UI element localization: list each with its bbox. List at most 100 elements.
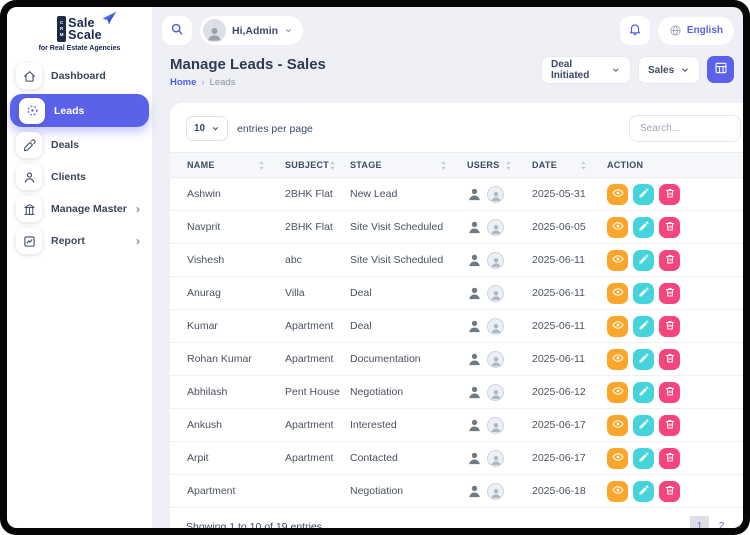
view-button[interactable] — [607, 415, 628, 436]
type-filter-dropdown[interactable]: Sales — [638, 56, 700, 84]
table-view-button[interactable] — [707, 56, 734, 83]
view-button[interactable] — [607, 448, 628, 469]
lead-date: 2025-06-12 — [532, 376, 607, 409]
sidebar-item-label: Manage Master — [51, 203, 127, 215]
trash-icon — [664, 187, 676, 202]
column-header-subject[interactable]: SUBJECT — [285, 153, 350, 178]
trash-icon — [664, 253, 676, 268]
sidebar-item-deals[interactable]: Deals — [7, 129, 152, 161]
table-row: Ashwin 2BHK Flat New Lead 2025-05-31 — [170, 178, 743, 211]
eye-icon — [612, 286, 624, 301]
delete-button[interactable] — [659, 184, 680, 205]
sidebar-item-dashboard[interactable]: Dashboard — [7, 60, 152, 92]
lead-users — [467, 219, 532, 236]
view-button[interactable] — [607, 217, 628, 238]
edit-button[interactable] — [633, 283, 654, 304]
app-logo: CRM Sale Scale for Real Estate Agencies — [7, 7, 152, 52]
lead-stage: Contacted — [350, 442, 467, 475]
page-button-1[interactable]: 1 — [690, 516, 709, 528]
column-header-name[interactable]: NAME — [170, 153, 285, 178]
column-header-action[interactable]: ACTION — [607, 153, 743, 178]
trash-icon — [664, 286, 676, 301]
table-row: Navprit 2BHK Flat Site Visit Scheduled 2… — [170, 211, 743, 244]
edit-button[interactable] — [633, 415, 654, 436]
trash-icon — [664, 385, 676, 400]
manage-master-building-icon — [16, 196, 42, 222]
avatar-placeholder-icon — [487, 186, 504, 203]
trash-icon — [664, 220, 676, 235]
paper-plane-icon — [102, 11, 117, 26]
delete-button[interactable] — [659, 382, 680, 403]
trash-icon — [664, 352, 676, 367]
trash-icon — [664, 319, 676, 334]
view-button[interactable] — [607, 382, 628, 403]
type-filter-value: Sales — [648, 65, 674, 76]
view-button[interactable] — [607, 283, 628, 304]
sidebar-item-leads[interactable]: Leads — [10, 94, 149, 127]
pencil-icon — [638, 220, 650, 235]
notifications-button[interactable] — [620, 16, 650, 45]
breadcrumb-home-link[interactable]: Home — [170, 77, 196, 88]
edit-button[interactable] — [633, 481, 654, 502]
table-header-row: NAME SUBJECT STAGE USERS DATE ACTION — [170, 153, 743, 178]
delete-button[interactable] — [659, 448, 680, 469]
column-header-stage[interactable]: STAGE — [350, 153, 467, 178]
assigned-user-icon — [467, 220, 482, 235]
delete-button[interactable] — [659, 217, 680, 238]
page-size-select[interactable]: 10 — [186, 116, 228, 141]
language-selector[interactable]: English — [658, 17, 734, 45]
home-icon — [16, 63, 42, 89]
column-header-users[interactable]: USERS — [467, 153, 532, 178]
eye-icon — [612, 220, 624, 235]
profile-menu[interactable]: Hi,Admin — [200, 16, 303, 45]
delete-button[interactable] — [659, 316, 680, 337]
table-body: Ashwin 2BHK Flat New Lead 2025-05-31 Nav… — [170, 178, 743, 508]
delete-button[interactable] — [659, 283, 680, 304]
column-header-date[interactable]: DATE — [532, 153, 607, 178]
page-button-2[interactable]: 2 — [712, 516, 731, 528]
sidebar-item-label: Deals — [51, 139, 143, 151]
pencil-icon — [638, 451, 650, 466]
table-search-input[interactable] — [629, 115, 741, 142]
chevron-right-icon: › — [136, 235, 143, 247]
view-button[interactable] — [607, 349, 628, 370]
edit-button[interactable] — [633, 382, 654, 403]
sidebar-item-clients[interactable]: Clients — [7, 161, 152, 193]
edit-button[interactable] — [633, 349, 654, 370]
row-actions — [607, 316, 743, 337]
view-button[interactable] — [607, 316, 628, 337]
avatar-placeholder-icon — [487, 318, 504, 335]
edit-button[interactable] — [633, 316, 654, 337]
app-root: CRM Sale Scale for Real Estate Agencies … — [7, 7, 743, 528]
edit-button[interactable] — [633, 448, 654, 469]
pencil-icon — [638, 418, 650, 433]
user-avatar — [203, 19, 226, 42]
assigned-user-icon — [467, 253, 482, 268]
filter-controls: Deal Initiated Sales — [541, 56, 734, 84]
lead-stage: Documentation — [350, 343, 467, 376]
avatar-placeholder-icon — [487, 450, 504, 467]
delete-button[interactable] — [659, 415, 680, 436]
sidebar-item-report[interactable]: Report › — [7, 225, 152, 257]
edit-button[interactable] — [633, 250, 654, 271]
edit-button[interactable] — [633, 217, 654, 238]
lead-subject — [285, 475, 350, 508]
pencil-icon — [638, 286, 650, 301]
delete-button[interactable] — [659, 250, 680, 271]
breadcrumb: Home › Leads — [170, 77, 326, 88]
lead-users — [467, 450, 532, 467]
stage-filter-value: Deal Initiated — [551, 59, 611, 81]
edit-button[interactable] — [633, 184, 654, 205]
view-button[interactable] — [607, 481, 628, 502]
delete-button[interactable] — [659, 349, 680, 370]
view-button[interactable] — [607, 184, 628, 205]
lead-subject: Apartment — [285, 409, 350, 442]
search-button[interactable] — [162, 16, 192, 45]
view-button[interactable] — [607, 250, 628, 271]
delete-button[interactable] — [659, 481, 680, 502]
lead-stage: Deal — [350, 310, 467, 343]
sidebar-item-manage-master[interactable]: Manage Master › — [7, 193, 152, 225]
profile-greeting: Hi,Admin — [232, 25, 278, 37]
lead-subject: 2BHK Flat — [285, 211, 350, 244]
stage-filter-dropdown[interactable]: Deal Initiated — [541, 56, 631, 84]
